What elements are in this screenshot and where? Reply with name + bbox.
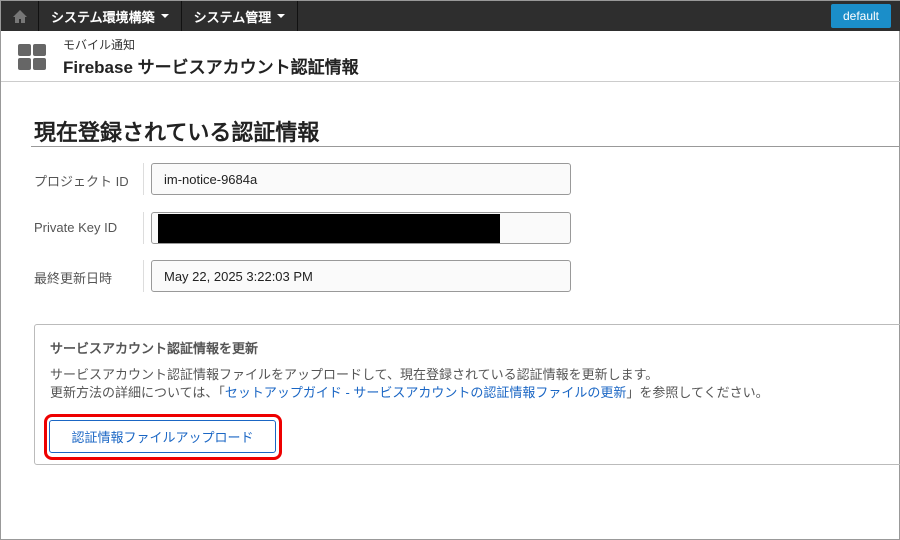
description-line: サービスアカウント認証情報ファイルをアップロードして、現在登録されている認証情報… bbox=[50, 367, 659, 382]
section-title: 現在登録されている認証情報 bbox=[34, 120, 320, 145]
redaction-block bbox=[158, 214, 500, 243]
home-icon bbox=[12, 9, 27, 23]
grid-icon bbox=[18, 44, 46, 70]
menu-label: システム環境構築 bbox=[51, 9, 155, 25]
divider bbox=[31, 146, 900, 147]
project-id-input[interactable]: im-notice-9684a bbox=[151, 163, 571, 195]
update-panel-title: サービスアカウント認証情報を更新 bbox=[50, 341, 259, 356]
upload-credentials-button[interactable]: 認証情報ファイルアップロード bbox=[49, 420, 276, 453]
menu-system-management[interactable]: システム管理 bbox=[182, 1, 299, 31]
field-private-key-id: Private Key ID bbox=[34, 212, 574, 246]
update-description: サービスアカウント認証情報ファイルをアップロードして、現在登録されている認証情報… bbox=[50, 366, 769, 402]
field-last-updated: 最終更新日時 May 22, 2025 3:22:03 PM bbox=[34, 260, 574, 294]
field-project-id: プロジェクト ID im-notice-9684a bbox=[34, 163, 574, 197]
private-key-id-input[interactable] bbox=[151, 212, 571, 244]
top-navigation-bar: システム環境構築 システム管理 default bbox=[1, 1, 900, 31]
field-label: プロジェクト ID bbox=[34, 174, 129, 189]
field-label: Private Key ID bbox=[34, 220, 118, 235]
menu-label: システム管理 bbox=[193, 9, 272, 25]
text: 」を参照してください。 bbox=[626, 385, 769, 400]
update-panel: サービスアカウント認証情報を更新 サービスアカウント認証情報ファイルをアップロー… bbox=[34, 324, 900, 465]
menu-system-environment[interactable]: システム環境構築 bbox=[39, 1, 182, 31]
field-label: 最終更新日時 bbox=[34, 271, 113, 286]
home-button[interactable] bbox=[1, 1, 39, 31]
divider bbox=[143, 260, 144, 292]
page-title: Firebase サービスアカウント認証情報 bbox=[63, 58, 359, 77]
page-header: モバイル通知 Firebase サービスアカウント認証情報 bbox=[1, 31, 900, 82]
caret-down-icon bbox=[160, 14, 169, 18]
breadcrumb: モバイル通知 bbox=[63, 38, 136, 52]
description-line: 更新方法の詳細については、「セットアップガイド - サービスアカウントの認証情報… bbox=[50, 384, 769, 402]
user-button[interactable]: default bbox=[830, 4, 891, 28]
caret-down-icon bbox=[277, 14, 286, 18]
text: 更新方法の詳細については、「 bbox=[50, 385, 225, 400]
last-updated-input[interactable]: May 22, 2025 3:22:03 PM bbox=[151, 260, 571, 292]
setup-guide-link[interactable]: セットアップガイド - サービスアカウントの認証情報ファイルの更新 bbox=[225, 385, 627, 400]
divider bbox=[143, 163, 144, 195]
divider bbox=[143, 212, 144, 244]
